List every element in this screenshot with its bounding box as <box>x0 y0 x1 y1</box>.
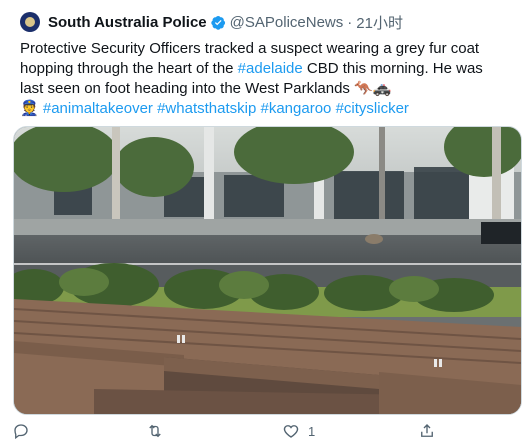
retweet-icon <box>149 424 161 438</box>
header-separator: · <box>347 13 353 31</box>
video-frame <box>14 127 521 414</box>
like-count: 1 <box>308 423 316 439</box>
tweet-card: South Australia Police @SAPoliceNews · 2… <box>0 0 526 446</box>
hashtag-link[interactable]: #animaltakeover <box>43 100 153 117</box>
tweet-text-line-4: 👮 #animaltakeover #whatsthatskip #kangar… <box>20 100 409 117</box>
author-name[interactable]: South Australia Police <box>48 14 207 31</box>
author-handle[interactable]: @SAPoliceNews <box>230 14 344 31</box>
tweet-actions: 1 <box>0 418 526 446</box>
retweet-button[interactable] <box>146 422 164 440</box>
share-icon <box>421 424 433 437</box>
tweet-video[interactable] <box>13 126 522 415</box>
tweet-text-line-1: Protective Security Officers tracked a s… <box>20 40 480 57</box>
avatar[interactable] <box>20 12 40 32</box>
hashtag-link[interactable]: #cityslicker <box>336 100 409 117</box>
verified-badge-icon <box>210 15 225 30</box>
tweet-text-line-2: hopping through the heart of the #adelai… <box>20 60 483 77</box>
like-icon <box>283 425 299 438</box>
hashtag-link[interactable]: #whatsthatskip <box>157 100 256 117</box>
tweet-time[interactable]: 21小时 <box>356 12 403 33</box>
tweet-header: South Australia Police @SAPoliceNews · 2… <box>20 11 403 33</box>
hashtag-link[interactable]: #adelaide <box>238 60 303 77</box>
reply-icon <box>14 424 28 440</box>
like-button[interactable]: 1 <box>282 422 315 440</box>
share-button[interactable] <box>418 422 436 440</box>
hashtag-link[interactable]: #kangaroo <box>261 100 332 117</box>
tweet-text-line-3: last seen on foot heading into the West … <box>20 80 392 97</box>
tweet-text: Protective Security Officers tracked a s… <box>20 39 512 119</box>
reply-button[interactable] <box>12 422 30 440</box>
